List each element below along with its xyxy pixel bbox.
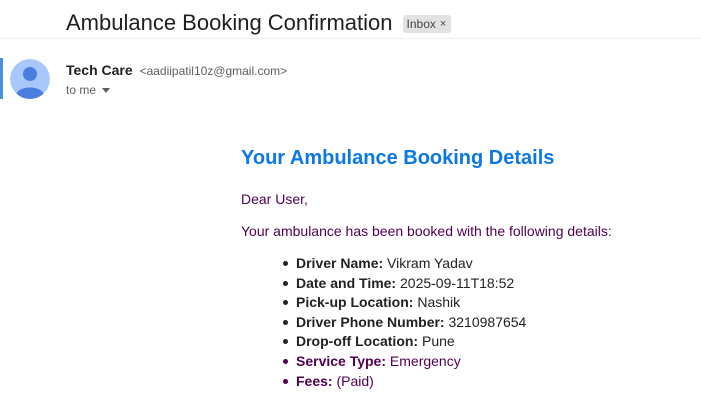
detail-value: Nashik bbox=[417, 294, 461, 311]
detail-label: Drop-off Location: bbox=[296, 333, 419, 350]
detail-value: Vikram Yadav bbox=[387, 255, 473, 271]
detail-label: Fees: bbox=[296, 372, 333, 389]
detail-dropoff-location: Drop-off Location: Pune bbox=[280, 332, 526, 352]
detail-value: Pune bbox=[421, 333, 455, 350]
recipients-dropdown[interactable]: to me bbox=[66, 82, 111, 98]
header-divider bbox=[0, 38, 701, 39]
detail-value: Emergency bbox=[389, 352, 461, 369]
close-icon[interactable]: × bbox=[440, 16, 446, 32]
sender-name[interactable]: Tech Care bbox=[66, 62, 133, 78]
detail-driver-name: Driver Name: Vikram Yadav bbox=[280, 254, 526, 274]
recipients-text: to me bbox=[66, 83, 97, 97]
message-focus-accent bbox=[0, 58, 3, 99]
message-heading: Your Ambulance Booking Details bbox=[241, 147, 555, 169]
inbox-label-chip[interactable]: Inbox × bbox=[402, 15, 452, 33]
caret-down-icon[interactable] bbox=[102, 88, 111, 93]
detail-label: Pick-up Location: bbox=[296, 294, 414, 311]
detail-pickup-location: Pick-up Location: Nashik bbox=[280, 293, 526, 313]
detail-date-time: Date and Time: 2025-09-11T18:52 bbox=[280, 274, 526, 294]
message-greeting: Dear User, bbox=[241, 191, 308, 207]
detail-value: 2025-09-11T18:52 bbox=[400, 274, 515, 291]
detail-service-type: Service Type: Emergency bbox=[280, 352, 526, 372]
detail-label: Service Type: bbox=[296, 352, 387, 369]
booking-details-list: Driver Name: Vikram Yadav Date and Time:… bbox=[280, 254, 526, 391]
person-avatar-icon[interactable] bbox=[10, 59, 50, 99]
subject-row: Ambulance Booking Confirmation Inbox × bbox=[66, 9, 452, 37]
sender-email: <aadiipatil10z@gmail.com> bbox=[139, 64, 288, 78]
detail-fees: Fees: (Paid) bbox=[280, 372, 526, 392]
email-subject: Ambulance Booking Confirmation bbox=[66, 10, 393, 35]
detail-value: 3210987654 bbox=[448, 313, 527, 330]
message-intro: Your ambulance has been booked with the … bbox=[241, 223, 612, 239]
detail-driver-phone: Driver Phone Number: 3210987654 bbox=[280, 313, 526, 333]
email-view: Ambulance Booking Confirmation Inbox × T… bbox=[0, 0, 701, 400]
detail-label: Driver Phone Number: bbox=[296, 313, 445, 330]
detail-label: Date and Time: bbox=[296, 274, 397, 291]
detail-label: Driver Name: bbox=[296, 255, 384, 271]
detail-value: (Paid) bbox=[336, 372, 374, 389]
sender-line: Tech Care <aadiipatil10z@gmail.com> bbox=[66, 61, 287, 80]
inbox-label-text: Inbox bbox=[406, 17, 436, 31]
